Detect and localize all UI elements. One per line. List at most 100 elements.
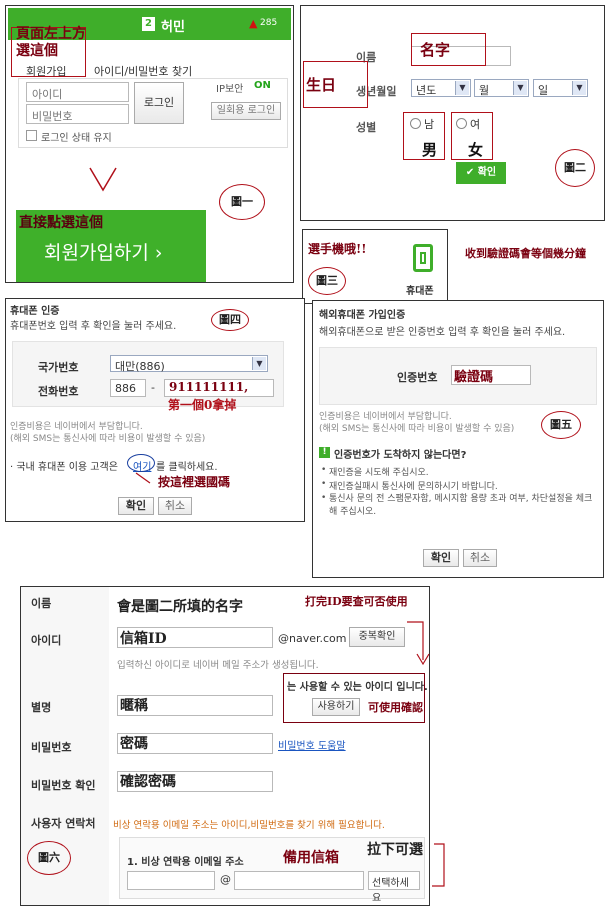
email-at-sign: @ [220,873,231,886]
figure-6-account-panel: 이름 會是圖二所填的名字 아이디 信箱ID @naver.com 중복확인 打完… [20,586,430,906]
birth-year-select[interactable]: 년도 ▼ [411,79,471,97]
tip-bullet-3: • [321,493,327,503]
male-note: 男 [422,141,438,159]
find-id-password-link[interactable]: 아이디/비밀번호 찾기 [94,63,192,79]
tip-3: 통신사 문의 전 스팸문자함, 메시지함 용량 초과 여부, 차단설정을 체크해… [329,494,593,517]
mobile-auth-ok-button[interactable]: 확인 [118,497,154,515]
email-domain-select[interactable]: 선택하세요 [368,871,420,904]
domestic-users-text: · 국내 휴대폰 이용 고객은 [10,462,118,473]
password-help-link[interactable]: 비밀번호 도움말 [278,737,346,752]
birth-month-value: 월 [479,84,490,97]
fee-info-line2: (해외 SMS는 통신사에 따라 비용이 발생할 수 있음) [10,434,206,444]
mobile-auth-desc: 휴대폰번호 입력 후 확인을 눌러 주세요. [10,321,177,332]
mobile-phone-icon[interactable] [413,244,433,272]
password-label: 비밀번호 [31,741,72,754]
chevron-down-icon: ▼ [513,81,527,95]
birth-day-select[interactable]: 일 ▼ [533,79,588,97]
id-row-label: 아이디 [31,634,62,647]
chevron-down-icon: ▼ [252,357,266,370]
domestic-click-suffix: 를 클릭하세요. [156,462,218,473]
overseas-ok-button[interactable]: 확인 [423,549,459,567]
header-count: 285 [260,18,278,28]
verification-code-label: 인증번호 [397,371,438,384]
use-id-button[interactable]: 사용하기 [312,698,360,716]
login-button[interactable]: 로그인 [134,82,184,124]
signup-link[interactable]: 회원가입 [26,63,66,79]
code-not-arrived-heading: 인증번호가 도착하지 않는다면? [334,450,467,461]
overseas-cancel-button[interactable]: 취소 [463,549,497,567]
male-radio[interactable] [410,118,421,129]
backup-email-label: 1. 비상 연락용 이메일 주소 [127,857,244,868]
figure-1-label: 圖一 [219,184,265,220]
male-label: 남 [424,118,435,131]
country-code-select[interactable]: 대만(886) ▼ [110,355,268,373]
confirm-button[interactable]: ✔ 확인 [456,162,506,184]
dropdown-note: 拉下可選 [367,842,423,858]
nickname-label: 별명 [31,701,52,714]
figure-3-phone-panel: 選手機哦!! 圖三 휴대폰 [302,229,448,304]
male-option-box: 남 男 [403,112,445,160]
female-label: 여 [470,118,481,131]
arrow-down-icon [88,164,118,194]
one-time-login-button[interactable]: 일회용 로그인 [211,102,281,120]
figure-4-label: 圖四 [211,309,249,331]
annotation-arrow-1 [405,620,435,670]
phone-label: 휴대폰 [406,286,434,297]
name-note: 名字 [420,41,451,59]
chevron-down-icon: ▼ [455,81,469,95]
birth-note: 生日 [306,76,337,94]
phone-number-label: 전화번호 [38,385,79,398]
figure-5-label: 圖五 [541,411,581,439]
id-help-text: 입력하신 아이디로 네이버 메일 주소가 생성됩니다. [117,660,319,671]
contact-label: 사용자 연락처 [31,817,96,830]
phone-number-value: 911111111, [169,380,249,394]
backup-email-local-input[interactable] [127,871,215,890]
mobile-auth-cancel-button[interactable]: 취소 [158,497,192,515]
select-phone-note: 選手機哦!! [308,242,367,256]
available-id-message: 는 사용할 수 있는 아이디 입니다. [287,682,428,693]
name-row-label: 이름 [31,597,52,610]
note-click-this: 直接點選這個 [19,215,103,231]
tip-1: 재인증을 시도해 주십시오. [329,468,429,478]
birth-month-select[interactable]: 월 ▼ [474,79,529,97]
backup-email-domain-input[interactable] [234,871,364,890]
nickname-value: 暱稱 [120,698,148,714]
name-note-box: 名字 [411,33,486,66]
id-input[interactable]: 아이디 [26,82,129,102]
ip-security-on[interactable]: ON [254,80,271,91]
tip-bullet-1: • [321,465,327,475]
verification-wait-note: 收到驗證碼會等個幾分鐘 [465,247,586,260]
figure-2-label: 圖二 [555,149,595,187]
password-value: 密碼 [120,736,148,752]
id-input-value: 信箱ID [120,631,167,647]
phone-prefix-input[interactable]: 886 [110,379,146,397]
overseas-auth-desc: 해외휴대폰으로 받은 인증번호 입력 후 확인을 눌러 주세요. [319,327,566,338]
birth-year-value: 년도 [416,84,437,97]
tip-bullet-2: • [321,479,327,489]
annotation-arrow-2 [428,842,452,890]
naver-domain: @naver.com [278,632,347,645]
signup-big-button-label: 회원가입하기 › [44,242,163,264]
chevron-down-icon: ▼ [572,81,586,95]
password-confirm-label: 비밀번호 확인 [31,779,96,792]
figure-1-login-panel: 2 허민 ▲ 285 頁面左上方選這個 회원가입 아이디/비밀번호 찾기 아이디… [5,5,294,283]
arrow-up-icon [133,471,153,485]
password-input[interactable]: 비밀번호 [26,104,129,124]
duplicate-check-button[interactable]: 중복확인 [349,627,405,647]
ip-security-label: IP보안 [216,84,244,95]
keep-login-label: 로그인 상태 유지 [41,133,112,144]
figure-6-label: 圖六 [27,841,71,875]
contact-notice: 비상 연락용 이메일 주소는 아이디,비밀번호를 찾기 위해 필요합니다. [113,820,385,831]
female-note: 女 [468,141,484,159]
exclamation-icon: ! [319,447,330,458]
gender-label: 성별 [356,121,377,134]
arrow-up-icon: ▲ [249,17,258,30]
here-link-highlight [127,454,155,472]
here-link-note: 按這裡選國碼 [158,475,231,489]
female-radio[interactable] [456,118,467,129]
keep-login-checkbox[interactable] [26,130,37,141]
available-id-popup: 는 사용할 수 있는 아이디 입니다. 사용하기 可使用確認 [283,673,428,723]
phone-dash: - [151,381,155,394]
overseas-fee-line2: (해외 SMS는 통신사에 따라 비용이 발생할 수 있음) [319,424,515,434]
country-code-label: 국가번호 [38,361,79,374]
